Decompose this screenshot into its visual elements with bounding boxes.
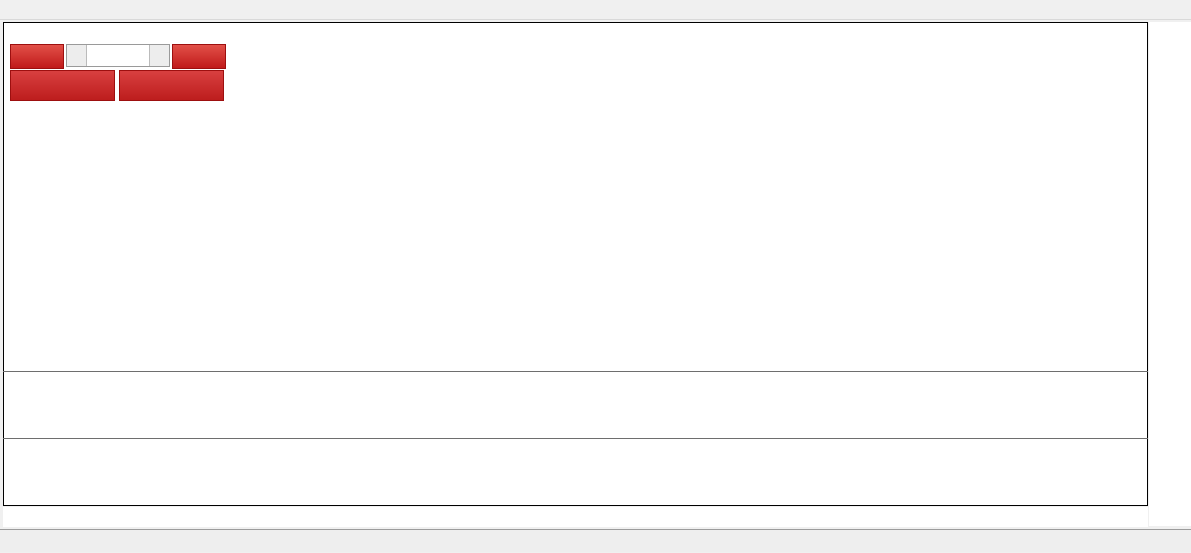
chart-tab-bar — [0, 529, 1191, 552]
sell-price-panel[interactable] — [10, 70, 115, 101]
volume-input[interactable] — [87, 45, 149, 66]
buy-button[interactable] — [172, 44, 226, 69]
panel-separator[interactable] — [3, 438, 1148, 439]
volume-decrease-button[interactable] — [67, 45, 87, 66]
date-axis — [3, 507, 1148, 527]
price-axis — [1149, 22, 1191, 526]
volume-box — [66, 44, 170, 67]
volume-increase-button[interactable] — [149, 45, 169, 66]
sell-button[interactable] — [10, 44, 64, 69]
chart-header — [12, 27, 36, 39]
panel-separator[interactable] — [3, 371, 1148, 372]
buy-price-panel[interactable] — [119, 70, 224, 101]
terminal-window — [0, 0, 1191, 553]
